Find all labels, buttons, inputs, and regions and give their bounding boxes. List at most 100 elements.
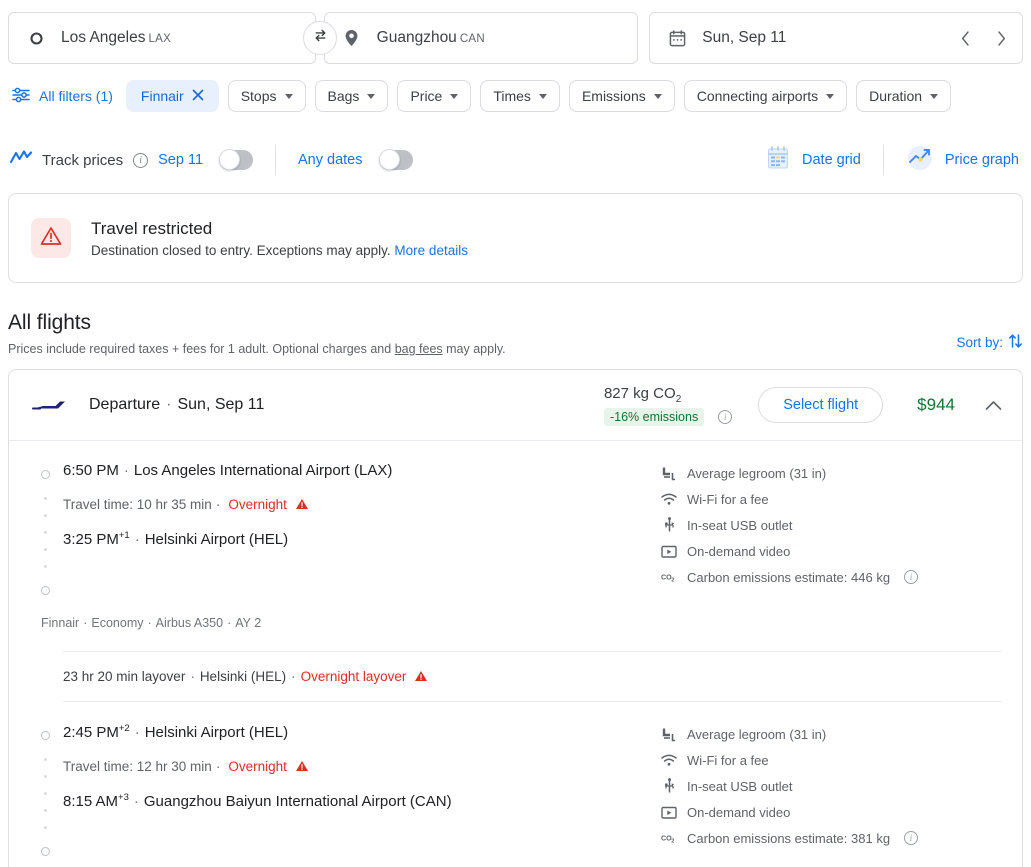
amenity-label: Carbon emissions estimate: 381 kg (687, 830, 891, 846)
finnair-logo-icon (31, 396, 81, 414)
date-grid-button[interactable]: Date grid (765, 145, 861, 175)
filter-chip-connecting-airports[interactable]: Connecting airports (683, 80, 848, 112)
swap-button[interactable] (303, 21, 337, 55)
separator: · (190, 669, 195, 684)
filter-chip-duration[interactable]: Duration (856, 80, 952, 112)
layover-duration: 23 hr 20 min layover (63, 669, 186, 684)
all-filters-button[interactable]: All filters (1) (12, 86, 117, 107)
filter-chip-label: Bags (327, 88, 360, 104)
price-graph-button[interactable]: Price graph (906, 144, 1019, 176)
origin-code: LAX (148, 33, 172, 45)
segment-duration: Travel time: 12 hr 30 min · Overnight (63, 759, 661, 774)
destination-input[interactable]: Guangzhou CAN (323, 12, 639, 64)
any-dates-toggle[interactable] (378, 149, 413, 170)
layover-city: Helsinki (HEL) (199, 669, 287, 684)
filter-chip-finnair[interactable]: Finnair (125, 80, 219, 112)
segment-arrival: 3:25 PM+1 · Helsinki Airport (HEL) (63, 530, 289, 548)
divider (882, 145, 884, 175)
filter-chip-label: Finnair (140, 88, 184, 104)
warning-triangle-icon (40, 226, 62, 251)
separator: · (291, 669, 296, 684)
swap-arrows-icon (312, 27, 329, 49)
amenity-item: Wi-Fi for a fee (661, 491, 918, 507)
chevron-right-icon[interactable] (990, 27, 1012, 49)
amenity-label: Carbon emissions estimate: 446 kg (687, 569, 891, 585)
amenity-item: On-demand video (661, 804, 918, 820)
timeline-connector (43, 740, 47, 847)
filter-chip-stops[interactable]: Stops (227, 80, 306, 112)
page-title: All flights (8, 311, 91, 334)
filter-chip-emissions[interactable]: Emissions (568, 80, 675, 112)
info-icon[interactable]: i (133, 152, 149, 168)
chevron-down-icon (367, 93, 376, 99)
segment-departure: 2:45 PM+2 · Helsinki Airport (HEL) (63, 723, 289, 741)
travel-restricted-banner: Travel restricted Destination closed to … (8, 193, 1023, 283)
chevron-left-icon[interactable] (954, 27, 976, 49)
amenity-label: In-seat USB outlet (687, 778, 793, 794)
arrival-day-offset: +3 (118, 792, 129, 803)
chevron-up-icon[interactable] (985, 400, 1002, 411)
chevron-down-icon (930, 93, 939, 99)
filter-bar: All filters (1) Finnair Stops Bags Price… (0, 64, 1031, 112)
co2-subscript: 2 (675, 393, 682, 405)
info-icon[interactable]: i (904, 570, 919, 584)
segment-departure: 6:50 PM · Los Angeles International Airpor… (63, 462, 393, 479)
arrival-time: 3:25 PM (63, 531, 119, 548)
co2-value: 827 kg CO2 (604, 385, 732, 405)
arrival-day-offset: +1 (118, 530, 130, 541)
close-icon[interactable] (192, 89, 204, 104)
bag-fees-link[interactable]: bag fees (395, 342, 443, 356)
select-flight-button[interactable]: Select flight (758, 387, 884, 423)
co2-icon: CO 2 (661, 830, 677, 846)
info-icon[interactable]: i (904, 831, 919, 845)
sort-by-button[interactable]: Sort by: (956, 311, 1023, 352)
destination-code: CAN (459, 33, 485, 45)
flight-price: $944 (917, 395, 955, 414)
date-field[interactable]: Sun, Sep 11 (649, 12, 1024, 64)
calendar-icon (666, 29, 688, 47)
track-date-label: Sep 11 (158, 152, 204, 168)
aircraft-type: Airbus A350 (155, 616, 224, 630)
timeline-end-dot (40, 586, 50, 595)
more-details-link[interactable]: More details (394, 243, 468, 258)
filter-chip-label: Connecting airports (696, 88, 819, 104)
warning-triangle-icon (295, 760, 309, 775)
separator: · (215, 497, 221, 512)
filter-chip-label: Stops (240, 88, 277, 104)
svg-text:2: 2 (671, 577, 674, 583)
origin-input[interactable]: Los Angeles LAX (8, 12, 316, 64)
track-prices-toggle[interactable] (219, 149, 254, 170)
amenity-item: In-seat USB outlet (661, 517, 918, 533)
status-badge: -16% emissions (603, 407, 705, 426)
arrival-airport: Helsinki Airport (HEL) (144, 531, 289, 548)
trending-chart-icon (9, 149, 33, 172)
amenity-item: CO 2 Carbon emissions estimate: 381 kg i (661, 830, 919, 846)
info-icon[interactable]: i (718, 409, 733, 424)
separator: · (215, 759, 221, 774)
timeline-start-dot (40, 731, 50, 740)
segment-timeline (31, 724, 59, 856)
timeline-connector (43, 479, 47, 586)
segment-arrival: 8:15 AM+3 · Guangzhou Baiyun International… (63, 792, 452, 810)
departure-time: 2:45 PM (63, 724, 119, 741)
cabin-class: Economy (91, 616, 144, 630)
departure-header: Departure · Sun, Sep 11 (89, 396, 264, 414)
date-grid-label: Date grid (802, 152, 861, 168)
filter-chip-bags[interactable]: Bags (314, 80, 389, 112)
chevron-down-icon (826, 93, 835, 99)
price-graph-label: Price graph (944, 152, 1019, 168)
subtext-after: may apply. (442, 342, 506, 356)
separator: · (166, 396, 172, 413)
track-prices-label: Track prices (42, 151, 124, 169)
price-graph-icon (906, 144, 934, 176)
warning-icon-box (31, 218, 71, 258)
flight-card-header[interactable]: Departure · Sun, Sep 11 827 kg CO2 -16% em… (9, 370, 1022, 440)
segment-duration: Travel time: 10 hr 35 min · Overnight (63, 497, 661, 512)
restricted-subtitle: Destination closed to entry. Exceptions … (91, 243, 468, 258)
departure-airport: Helsinki Airport (HEL) (144, 724, 289, 741)
filter-chip-times[interactable]: Times (480, 80, 560, 112)
co2-amount: 827 kg CO (603, 384, 676, 402)
departure-date: Sun, Sep 11 (177, 396, 265, 413)
any-dates-label: Any dates (298, 152, 363, 168)
filter-chip-price[interactable]: Price (397, 80, 472, 112)
